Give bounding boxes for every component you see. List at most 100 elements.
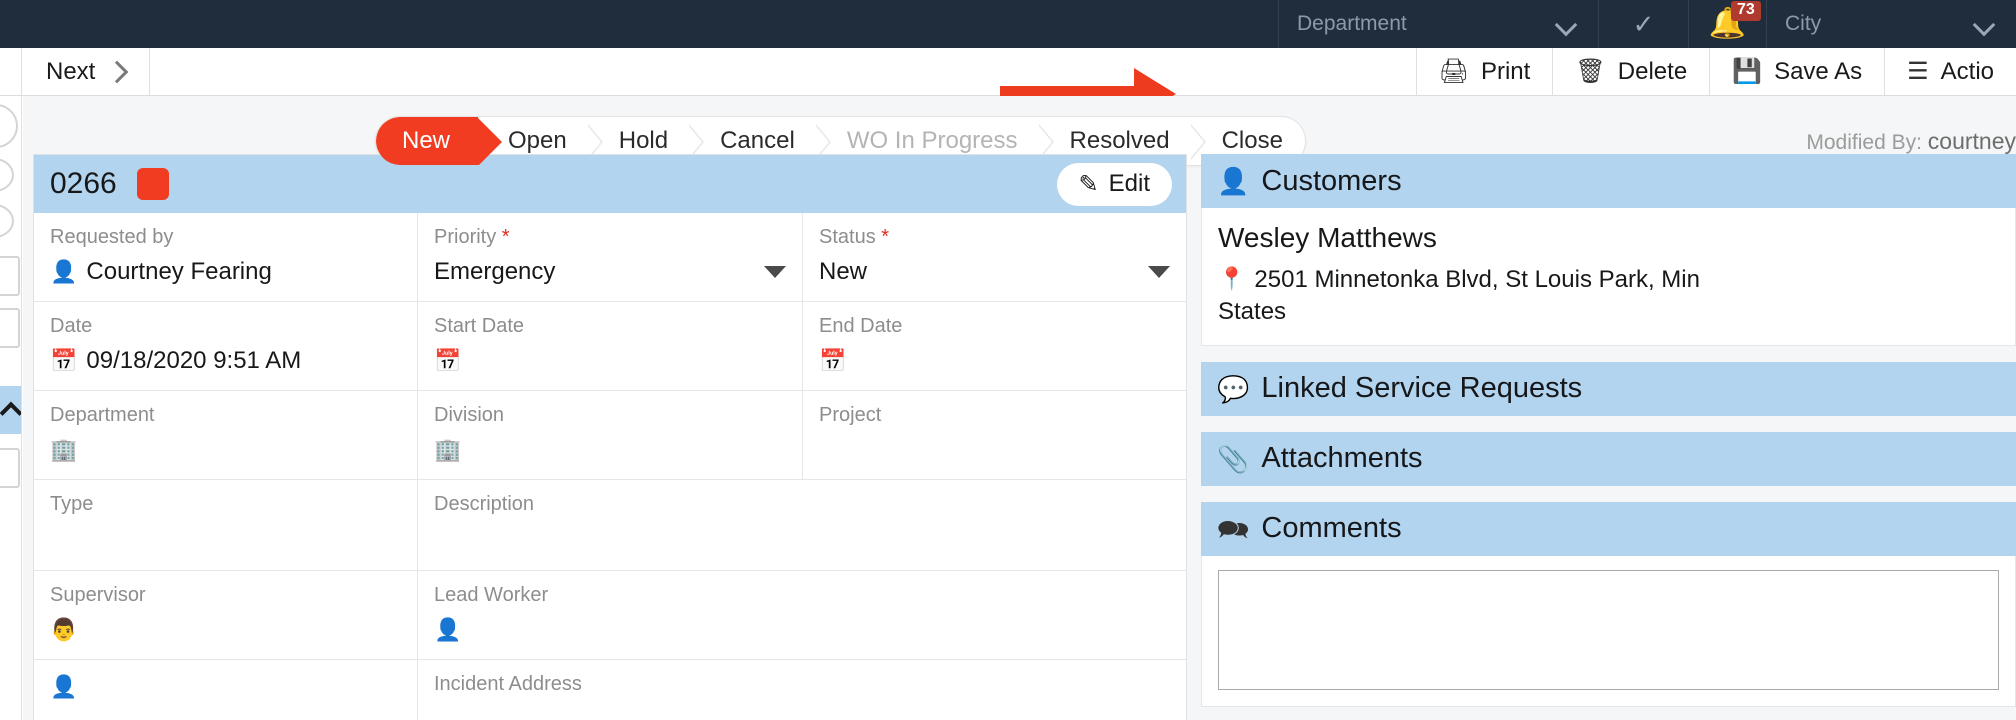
field-value xyxy=(819,435,1170,465)
field-value: Emergency xyxy=(434,257,786,287)
comment-input[interactable] xyxy=(1218,569,1999,690)
work-order-form-card: 0266 ✎ Edit Requested by 👤 Courtney Fear… xyxy=(33,154,1187,720)
chevron-down-icon xyxy=(1556,17,1580,31)
building-icon[interactable]: 🏢 xyxy=(434,439,461,461)
calendar-icon[interactable]: 📅 xyxy=(434,350,461,372)
workflow-step-new[interactable]: New xyxy=(376,117,503,165)
modified-by-label: Modified By: xyxy=(1806,131,1922,154)
field-status[interactable]: Status * New xyxy=(803,213,1186,301)
field-department[interactable]: Department 🏢 xyxy=(34,391,418,479)
field-incident-address[interactable]: Incident Address xyxy=(418,660,1186,720)
form-card-header: 0266 ✎ Edit xyxy=(34,155,1186,213)
calendar-icon[interactable]: 📅 xyxy=(819,350,846,372)
chevron-up-icon xyxy=(0,401,21,425)
person-icon: 👤 xyxy=(50,259,78,284)
rail-item-1[interactable] xyxy=(0,158,14,192)
field-requested-by[interactable]: Requested by 👤 Courtney Fearing xyxy=(34,213,418,301)
field-value: 👤 xyxy=(434,615,1170,645)
field-start-date[interactable]: Start Date 📅 xyxy=(418,302,803,390)
building-icon[interactable]: 🏢 xyxy=(50,439,77,461)
edit-button[interactable]: ✎ Edit xyxy=(1056,162,1172,206)
person-icon[interactable]: 👤 xyxy=(434,619,461,641)
chevron-down-icon[interactable] xyxy=(764,266,786,278)
rail-item-3[interactable] xyxy=(0,256,20,296)
panel-attachments: 📎 Attachments xyxy=(1201,431,2016,486)
hamburger-icon: ☰ xyxy=(1907,57,1929,85)
chevron-down-icon xyxy=(1974,17,1998,31)
customer-icon: 👤 xyxy=(1217,166,1250,196)
calendar-icon[interactable]: 📅 xyxy=(50,350,77,372)
field-type[interactable]: Type xyxy=(34,480,418,570)
field-description[interactable]: Description xyxy=(418,480,1186,570)
left-navigation-rail xyxy=(0,96,22,720)
field-lead-worker[interactable]: Lead Worker 👤 xyxy=(418,571,1186,659)
next-button[interactable]: Next xyxy=(22,48,151,95)
rail-avatar-icon[interactable] xyxy=(0,104,18,148)
rail-item-active[interactable] xyxy=(0,386,21,434)
city-filter-dropdown[interactable]: City xyxy=(1766,0,2016,48)
panel-attachments-header[interactable]: 📎 Attachments xyxy=(1201,431,2016,486)
workflow-step-label: Hold xyxy=(618,127,669,154)
panel-customers-body: Wesley Matthews 📍 2501 Minnetonka Blvd, … xyxy=(1201,208,2016,346)
modified-by: Modified By: courtney xyxy=(1806,128,2016,155)
panel-customers-header[interactable]: 👤 Customers xyxy=(1201,154,2016,208)
check-toggle[interactable]: ✓ xyxy=(1598,0,1688,48)
actions-menu-button[interactable]: ☰ Actio xyxy=(1884,48,2016,95)
comments-icon: 🗪 xyxy=(1217,513,1250,544)
supervisor-icon[interactable]: 👨 xyxy=(50,619,77,641)
field-value: 👤 Courtney Fearing xyxy=(50,257,401,287)
field-label: Priority * xyxy=(434,225,786,249)
rail-item-4[interactable] xyxy=(0,308,20,348)
rail-item-5[interactable] xyxy=(0,448,20,488)
field-project[interactable]: Project xyxy=(803,391,1186,479)
field-division[interactable]: Division 🏢 xyxy=(418,391,803,479)
field-value: 👤 xyxy=(50,672,401,702)
field-label: Lead Worker xyxy=(434,584,549,606)
save-as-button-label: Save As xyxy=(1774,57,1863,85)
workflow-step-label: New xyxy=(402,127,451,154)
customer-address-line2: States xyxy=(1218,298,1287,326)
modified-by-user: courtney xyxy=(1927,128,2016,154)
person-icon[interactable]: 👤 xyxy=(50,676,77,698)
edit-button-label: Edit xyxy=(1108,170,1150,197)
panel-comments-header[interactable]: 🗪 Comments xyxy=(1201,501,2016,556)
delete-button-label: Delete xyxy=(1617,57,1688,85)
city-filter-label: City xyxy=(1785,12,1822,35)
field-value: 🏢 xyxy=(434,435,786,465)
print-button-label: Print xyxy=(1480,57,1531,85)
field-priority[interactable]: Priority * Emergency xyxy=(418,213,803,301)
top-navigation-bar: Department ✓ 🔔 73 City xyxy=(0,0,2016,48)
trash-icon: 🗑 xyxy=(1575,57,1606,85)
notifications-button[interactable]: 🔔 73 xyxy=(1688,0,1766,48)
field-value xyxy=(50,524,401,554)
required-asterisk: * xyxy=(881,226,890,248)
field-label: Status * xyxy=(819,225,1170,249)
customer-address: 📍 2501 Minnetonka Blvd, St Louis Park, M… xyxy=(1218,264,1999,296)
panel-linked-service-requests-title: Linked Service Requests xyxy=(1261,372,1583,405)
chevron-right-icon xyxy=(106,60,129,83)
next-button-label: Next xyxy=(46,57,96,85)
field-value xyxy=(434,524,1170,554)
department-filter-label: Department xyxy=(1297,12,1407,35)
field-supervisor[interactable]: Supervisor 👨 xyxy=(34,571,418,659)
field-label-text: Priority xyxy=(434,226,497,248)
right-panel-column: 👤 Customers Wesley Matthews 📍 2501 Minne… xyxy=(1201,154,2016,720)
chevron-down-icon[interactable] xyxy=(1148,266,1170,278)
customer-name: Wesley Matthews xyxy=(1218,222,1437,253)
panel-comments: 🗪 Comments xyxy=(1201,501,2016,707)
workflow-step-label: Open xyxy=(508,127,567,154)
department-filter-dropdown[interactable]: Department xyxy=(1278,0,1598,48)
priority-color-swatch xyxy=(136,168,169,200)
panel-linked-service-requests-header[interactable]: 💬 Linked Service Requests xyxy=(1201,361,2016,416)
save-icon: 💾 xyxy=(1732,57,1763,85)
save-as-button[interactable]: 💾 Save As xyxy=(1709,48,1884,95)
delete-button[interactable]: 🗑 Delete xyxy=(1552,48,1709,95)
field-date[interactable]: Date 📅 09/18/2020 9:51 AM xyxy=(34,302,418,390)
field-value-text: 09/18/2020 9:51 AM xyxy=(86,347,302,374)
field-end-date[interactable]: End Date 📅 xyxy=(803,302,1186,390)
rail-item-2[interactable] xyxy=(0,204,14,238)
print-button[interactable]: 🖨 Print xyxy=(1415,48,1553,95)
field-assigned-to[interactable]: 👤 xyxy=(34,660,418,720)
